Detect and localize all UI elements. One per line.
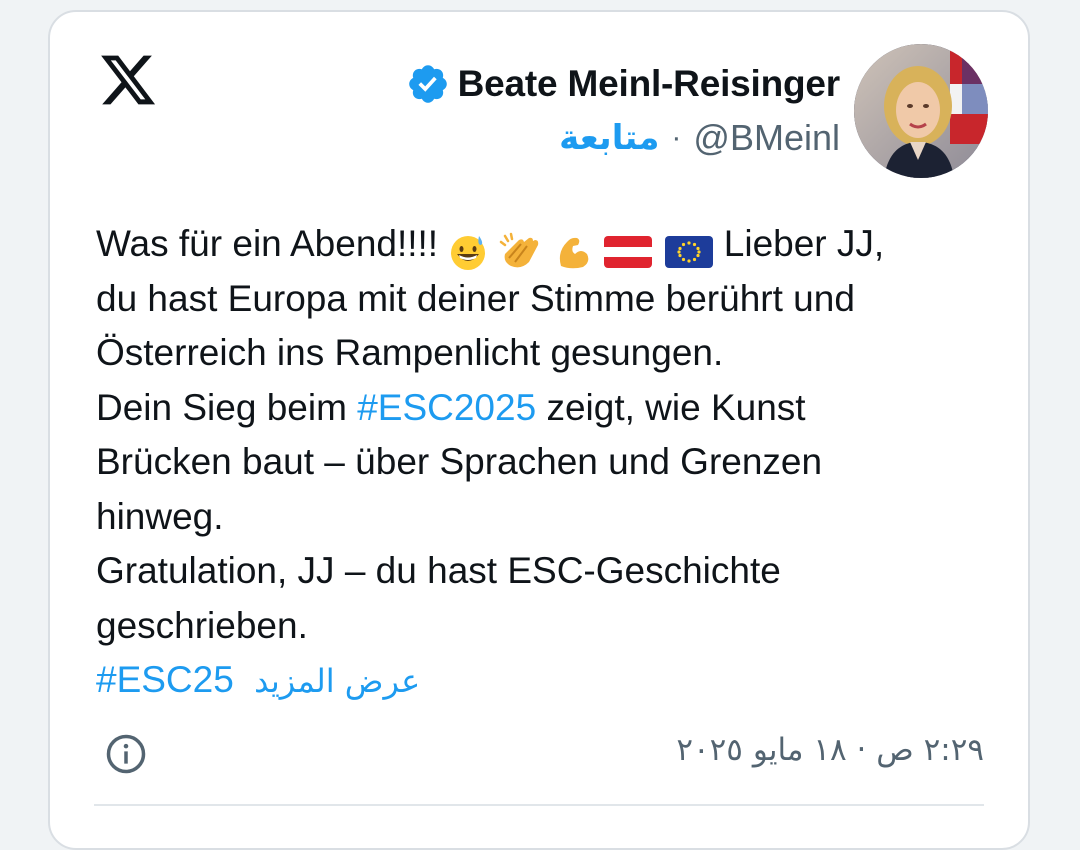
tweet-text-segment: Lieber JJ, bbox=[723, 223, 885, 264]
flag-eu-emoji-icon bbox=[664, 236, 713, 269]
author-display-name[interactable]: Beate Meinl-Reisinger bbox=[458, 63, 841, 105]
follow-button[interactable]: متابعة bbox=[559, 118, 659, 158]
tweet-line: Österreich ins Rampenlicht gesungen. bbox=[96, 332, 724, 373]
author-header: Beate Meinl-Reisinger متابعة · @BMeinl bbox=[406, 44, 988, 178]
post-timestamp[interactable]: ٢:٢٩ ص · ١٨ مايو ٢٠٢٥ bbox=[676, 732, 984, 768]
author-handle[interactable]: @BMeinl bbox=[693, 117, 840, 159]
tweet-card[interactable]: Beate Meinl-Reisinger متابعة · @BMeinl W… bbox=[48, 10, 1030, 850]
handle-row: متابعة · @BMeinl bbox=[559, 116, 840, 160]
tweet-line: hinweg. bbox=[96, 495, 224, 537]
divider bbox=[94, 804, 984, 806]
tweet-line: Dein Sieg beim #ESC2025 zeigt, wie Kunst bbox=[96, 381, 976, 436]
show-more-link[interactable]: عرض المزيد bbox=[254, 662, 420, 700]
author-name-block: Beate Meinl-Reisinger متابعة · @BMeinl bbox=[406, 62, 840, 160]
tweet-text-segment: Dein Sieg beim bbox=[96, 386, 347, 428]
hashtag-link[interactable]: #ESC2025 bbox=[357, 387, 536, 428]
tweet-line: #ESC25 عرض المزيد bbox=[96, 653, 976, 709]
flag-austria-emoji-icon bbox=[604, 236, 653, 269]
verified-badge-icon bbox=[408, 65, 447, 103]
info-icon[interactable] bbox=[105, 733, 147, 775]
tweet-text-segment: Was für ein Abend!!!! bbox=[96, 223, 439, 264]
clapping-hands-emoji-icon bbox=[499, 232, 538, 268]
hashtag-link[interactable]: #ESC25 bbox=[96, 659, 234, 700]
tweet-line: Gratulation, JJ – du hast ESC-Geschichte bbox=[96, 550, 781, 591]
x-logo-icon[interactable] bbox=[98, 50, 158, 110]
tweet-line: Brücken baut – über Sprachen und Grenzen bbox=[96, 441, 823, 482]
avatar-portrait-image bbox=[854, 44, 988, 178]
tweet-line: Was für ein Abend!!!! Lieber JJ, bbox=[96, 217, 976, 272]
tweet-text: Was für ein Abend!!!! Lieber JJ, du hast… bbox=[96, 217, 976, 709]
separator-dot: · bbox=[671, 121, 682, 154]
emoji-group bbox=[448, 223, 713, 271]
tweet-line: du hast Europa mit deiner Stimme berührt… bbox=[96, 277, 855, 319]
flexed-biceps-emoji-icon bbox=[559, 238, 589, 269]
tweet-text-segment: zeigt, wie Kunst bbox=[546, 386, 806, 428]
grinning-sweat-emoji-icon bbox=[451, 236, 486, 271]
author-name-row[interactable]: Beate Meinl-Reisinger bbox=[406, 62, 840, 106]
avatar[interactable] bbox=[854, 44, 988, 178]
tweet-line: geschrieben. bbox=[96, 604, 308, 646]
